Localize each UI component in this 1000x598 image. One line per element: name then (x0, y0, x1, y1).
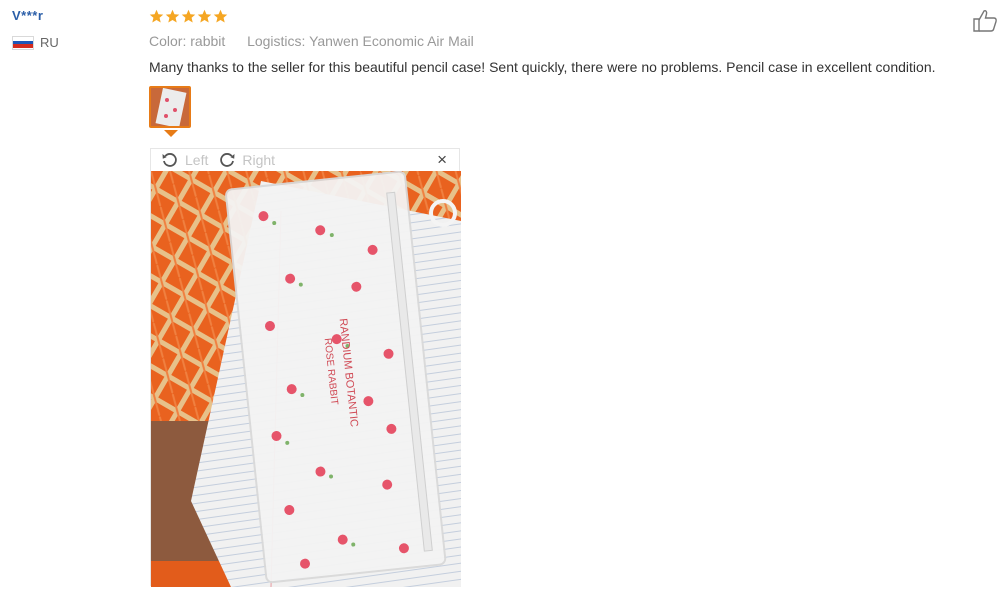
review-photo: RANDIUM BOTANTIC ROSE RABBIT (151, 171, 461, 587)
review-thumbnail[interactable] (149, 86, 191, 137)
thumbs-up-icon[interactable] (972, 8, 998, 32)
star-icon (181, 9, 196, 22)
pencil-case-photo: RANDIUM BOTANTIC ROSE RABBIT (151, 171, 461, 587)
country-code: RU (40, 35, 59, 50)
reviewer-name[interactable]: V***r (12, 8, 132, 23)
image-viewer: Left Right × RANDIUM BOTANTIC ROSE RABBI… (150, 148, 461, 587)
logistics-label: Logistics: (247, 33, 306, 49)
star-icon (165, 9, 180, 22)
rotate-right-button[interactable]: Right (218, 151, 275, 169)
rotate-right-icon (220, 153, 235, 167)
rotate-right-label: Right (242, 152, 276, 168)
color-label: Color: (149, 33, 187, 49)
close-viewer-button[interactable]: × (437, 150, 447, 170)
viewer-toolbar: Left Right × (151, 149, 459, 171)
logistics-value: Yanwen Economic Air Mail (309, 33, 474, 49)
review-text: Many thanks to the seller for this beaut… (149, 59, 936, 75)
thumbnail-pointer (164, 130, 178, 137)
star-icon (213, 9, 228, 22)
star-icon (197, 9, 212, 22)
rotate-left-label: Left (185, 152, 209, 168)
star-icon (149, 9, 164, 22)
russia-flag-icon (12, 35, 34, 50)
color-value: rabbit (190, 33, 226, 49)
review-content: Color: rabbit Logistics: Yanwen Economic… (149, 5, 1000, 76)
order-meta: Color: rabbit Logistics: Yanwen Economic… (149, 31, 1000, 51)
rotate-left-button[interactable]: Left (161, 151, 208, 169)
star-rating (149, 5, 1000, 27)
reviewer-country: RU (12, 35, 132, 50)
rotate-left-icon (162, 153, 177, 167)
reviewer-info: V***r RU (12, 8, 132, 50)
thumbnail-image[interactable] (149, 86, 191, 128)
